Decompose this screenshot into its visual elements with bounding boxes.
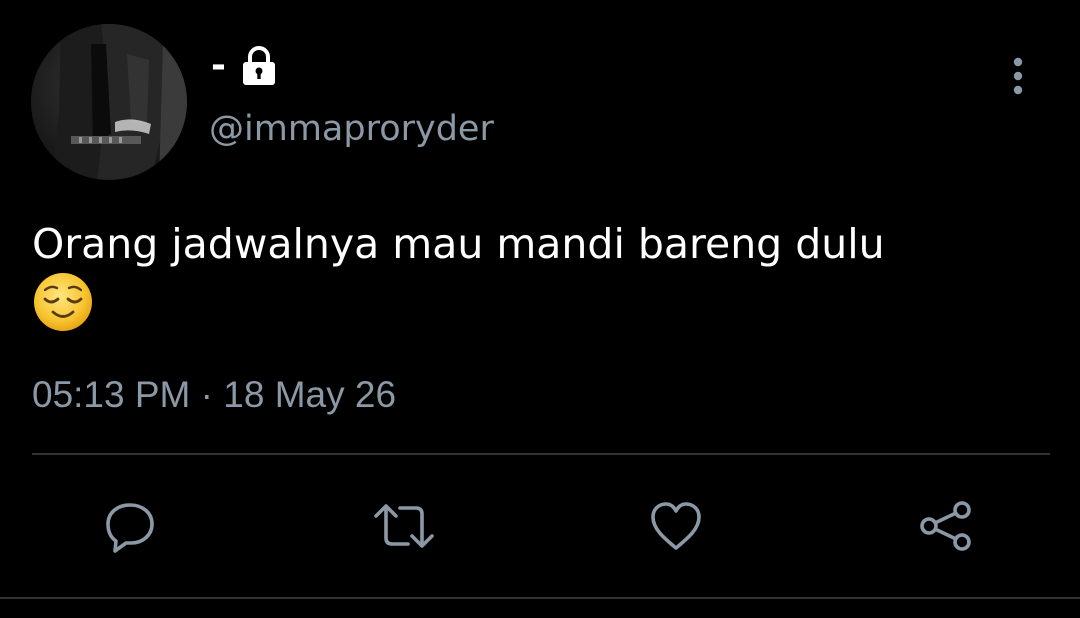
tweet-text: Orang jadwalnya mau mandi bareng dulu [32,220,885,268]
more-vertical-icon [1013,57,1023,95]
more-options-button[interactable] [1003,54,1033,98]
heart-icon [651,502,701,550]
reply-button[interactable] [94,490,166,562]
author-name-row: - [211,42,280,90]
share-button[interactable] [909,490,981,562]
tweet-timestamp[interactable]: 05:13 PM · 18 May 26 [32,376,396,413]
tweet-time: 05:13 PM [32,374,191,415]
tweet-date: 18 May 26 [223,374,397,415]
divider [0,597,1080,599]
author-handle[interactable]: @immaproryder [209,112,494,147]
meta-separator: · [200,374,213,415]
like-button[interactable] [640,490,712,562]
avatar-image [31,24,187,180]
relieved-face-emoji [33,272,93,332]
tweet-actions [0,490,1080,562]
comment-icon [106,503,154,553]
share-icon [920,501,971,551]
retweet-icon [374,504,434,548]
author-display-name[interactable]: - [211,48,226,84]
tweet-detail: - @immaproryder Orang jadwalnya mau mand… [0,0,1080,618]
divider [32,453,1050,455]
lock-icon [238,45,280,87]
retweet-button[interactable] [368,490,440,562]
avatar[interactable] [31,24,187,180]
